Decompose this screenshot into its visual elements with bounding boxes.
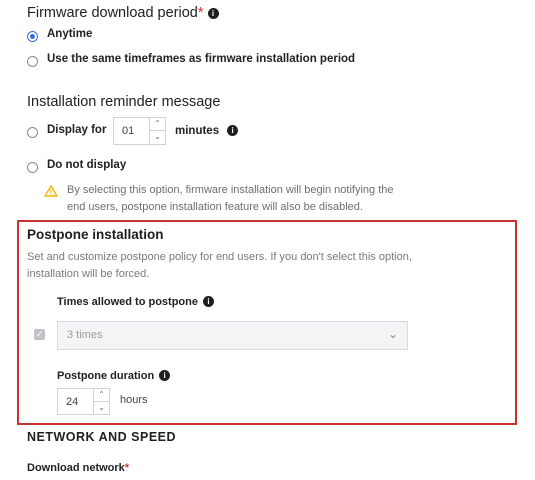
minutes-unit-row: minutes i [175,125,239,137]
warning-line: end users, postpone installation feature… [67,201,363,213]
times-allowed-select[interactable]: 3 times ⌄ [57,321,408,350]
postpone-title: Postpone installation [27,227,164,242]
postpone-duration-label: Postpone duration [57,370,155,382]
radio-option-do-not-display[interactable]: Do not display [27,159,126,178]
radio-label: Anytime [47,28,93,40]
firmware-download-title: Firmware download period [27,5,198,21]
info-icon[interactable]: i [227,125,239,136]
postpone-checkbox[interactable]: ✓ [34,329,45,340]
network-section-title: NETWORK AND SPEED [27,430,177,444]
minutes-value[interactable]: 01 [122,125,134,137]
minutes-unit: minutes [175,125,220,137]
reminder-title: Installation reminder message [27,94,221,110]
radio-button[interactable] [27,127,38,138]
info-icon[interactable]: i [202,296,214,307]
chevron-up-icon[interactable]: ⌃ [94,389,109,402]
radio-button[interactable] [27,31,38,42]
warning-icon [44,184,58,202]
stepper-buttons: ⌃ ⌄ [93,389,109,414]
chevron-down-icon[interactable]: ⌄ [388,327,398,341]
warning-line: By selecting this option, firmware insta… [67,184,394,196]
radio-button[interactable] [27,56,38,67]
radio-option-same-timeframes[interactable]: Use the same timeframes as firmware inst… [27,53,355,72]
radio-option-display-for[interactable]: Display for [27,124,106,143]
duration-unit: hours [120,394,148,406]
stepper-buttons: ⌃ ⌄ [149,118,165,144]
postpone-duration-label-row: Postpone duration i [57,370,171,382]
postpone-description: Set and customize postpone policy for en… [27,249,412,283]
required-mark: * [197,5,204,21]
radio-label: Use the same timeframes as firmware inst… [47,53,356,65]
description-line: installation will be forced. [27,268,150,280]
chevron-down-icon[interactable]: ⌄ [150,131,165,144]
chevron-down-icon[interactable]: ⌄ [94,402,109,415]
radio-label: Do not display [47,159,127,171]
firmware-download-title-row: Firmware download period* i [27,5,219,21]
info-icon[interactable]: i [159,370,171,381]
download-network-label: Download network [27,462,125,474]
select-value: 3 times [67,329,103,341]
warning-message: By selecting this option, firmware insta… [67,182,394,216]
minutes-stepper[interactable]: 01 ⌃ ⌄ [113,117,166,145]
chevron-up-icon[interactable]: ⌃ [150,118,165,131]
radio-button[interactable] [27,162,38,173]
description-line: Set and customize postpone policy for en… [27,251,412,263]
radio-option-anytime[interactable]: Anytime [27,28,92,47]
radio-label: Display for [47,124,107,136]
times-allowed-label-row: Times allowed to postpone i [57,296,214,308]
required-mark: * [124,462,130,474]
duration-stepper[interactable]: 24 ⌃ ⌄ [57,388,110,415]
times-allowed-label: Times allowed to postpone [57,296,198,308]
info-icon[interactable]: i [207,8,219,19]
duration-value[interactable]: 24 [66,396,78,408]
checkbox-check-icon: ✓ [35,329,44,339]
download-network-label-row: Download network* [27,462,129,474]
